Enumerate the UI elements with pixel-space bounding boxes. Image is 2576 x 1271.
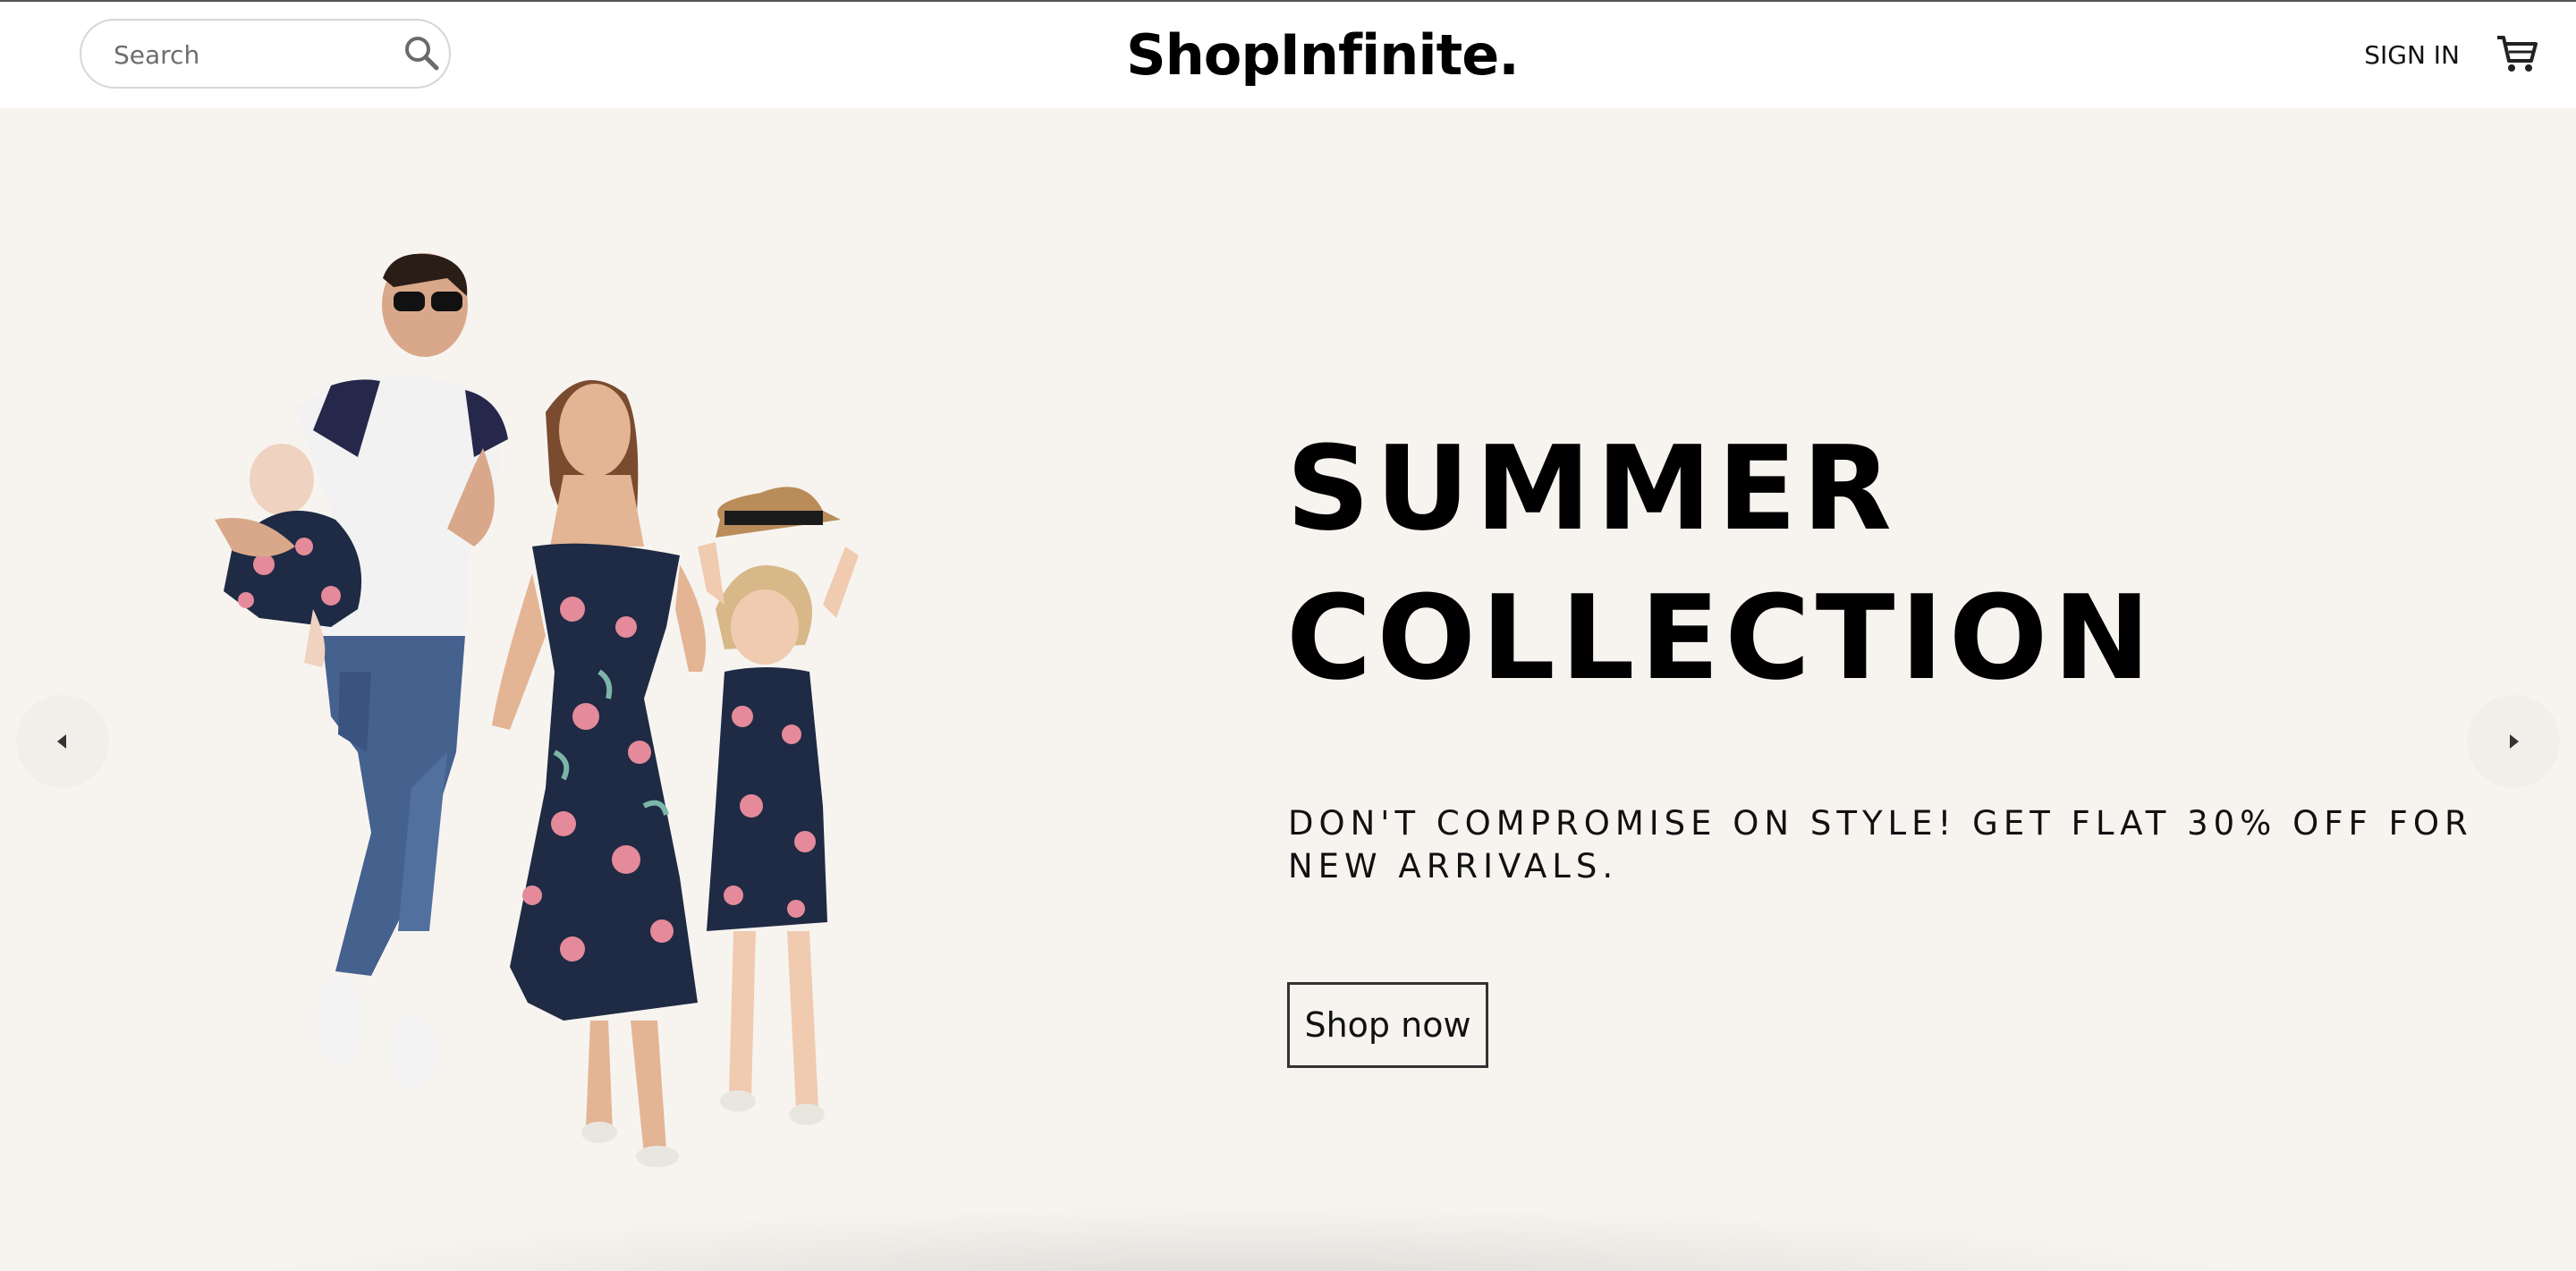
search-box[interactable] <box>80 19 451 89</box>
search-input[interactable] <box>114 38 382 71</box>
site-header: ShopInfinite. SIGN IN <box>0 2 2576 108</box>
chevron-right-icon <box>2510 734 2519 749</box>
chevron-left-icon <box>57 734 66 749</box>
mother-figure <box>492 380 707 1167</box>
hero-banner: SUMMER COLLECTION DON'T COMPROMISE ON ST… <box>0 108 2576 1271</box>
shopping-cart-icon[interactable] <box>2494 30 2540 77</box>
hero-title-line-2: COLLECTION <box>1286 570 2157 706</box>
sign-in-link[interactable]: SIGN IN <box>2361 36 2460 75</box>
search-icon[interactable] <box>402 33 441 72</box>
shop-now-button[interactable]: Shop now <box>1287 982 1488 1068</box>
carousel-next-button[interactable] <box>2467 695 2560 788</box>
father-figure <box>295 253 508 1088</box>
family-photo <box>215 253 859 1167</box>
site-logo[interactable]: ShopInfinite. <box>1126 20 1520 91</box>
girl-figure <box>698 487 859 1125</box>
section-divider-shadow <box>224 1205 2281 1271</box>
hero-subtitle: DON'T COMPROMISE ON STYLE! GET FLAT 30% … <box>1288 804 2473 885</box>
carousel-prev-button[interactable] <box>16 695 109 788</box>
hero-title-line-1: SUMMER <box>1286 420 1897 556</box>
